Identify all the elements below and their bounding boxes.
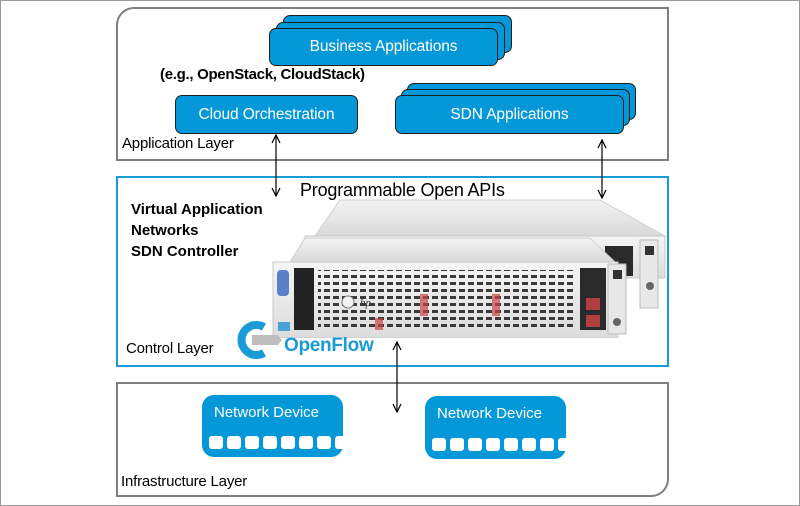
port-icon — [522, 438, 536, 451]
controller-line-2: Networks — [131, 222, 199, 239]
port-icon — [245, 436, 259, 449]
port-row — [209, 436, 349, 449]
control-layer-label: Control Layer — [126, 340, 214, 357]
business-applications-box: Business Applications — [269, 28, 498, 66]
port-icon — [335, 436, 349, 449]
port-icon — [227, 436, 241, 449]
controller-line-1: Virtual Application — [131, 201, 263, 218]
network-device-1: Network Device — [202, 395, 349, 457]
sdn-controller-label: Virtual Application Networks SDN Control… — [131, 199, 263, 262]
network-device-label: Network Device — [437, 405, 543, 422]
openflow-swirl-icon — [237, 321, 282, 359]
port-icon — [432, 438, 446, 451]
port-icon — [504, 438, 518, 451]
port-icon — [558, 438, 572, 451]
cloud-orchestration-box: Cloud Orchestration — [175, 95, 358, 134]
openflow-logo-text: OpenFlow — [284, 335, 374, 356]
port-icon — [486, 438, 500, 451]
port-icon — [281, 436, 295, 449]
network-device-2: Network Device — [425, 396, 572, 459]
example-note: (e.g., OpenStack, CloudStack) — [160, 66, 365, 83]
port-icon — [317, 436, 331, 449]
port-icon — [299, 436, 313, 449]
port-icon — [263, 436, 277, 449]
controller-line-3: SDN Controller — [131, 243, 239, 260]
infrastructure-layer: Infrastructure Layer — [116, 382, 669, 497]
infrastructure-layer-label: Infrastructure Layer — [121, 473, 248, 490]
port-icon — [540, 438, 554, 451]
port-row — [432, 438, 572, 451]
sdn-applications-box: SDN Applications — [395, 95, 624, 134]
svg-text:hp: hp — [360, 297, 372, 309]
port-icon — [450, 438, 464, 451]
application-layer-label: Application Layer — [122, 135, 234, 152]
server-illustration: hp — [272, 199, 667, 338]
port-icon — [209, 436, 223, 449]
openflow-logo: OpenFlow — [234, 321, 374, 361]
network-device-label: Network Device — [214, 404, 320, 421]
port-icon — [468, 438, 482, 451]
